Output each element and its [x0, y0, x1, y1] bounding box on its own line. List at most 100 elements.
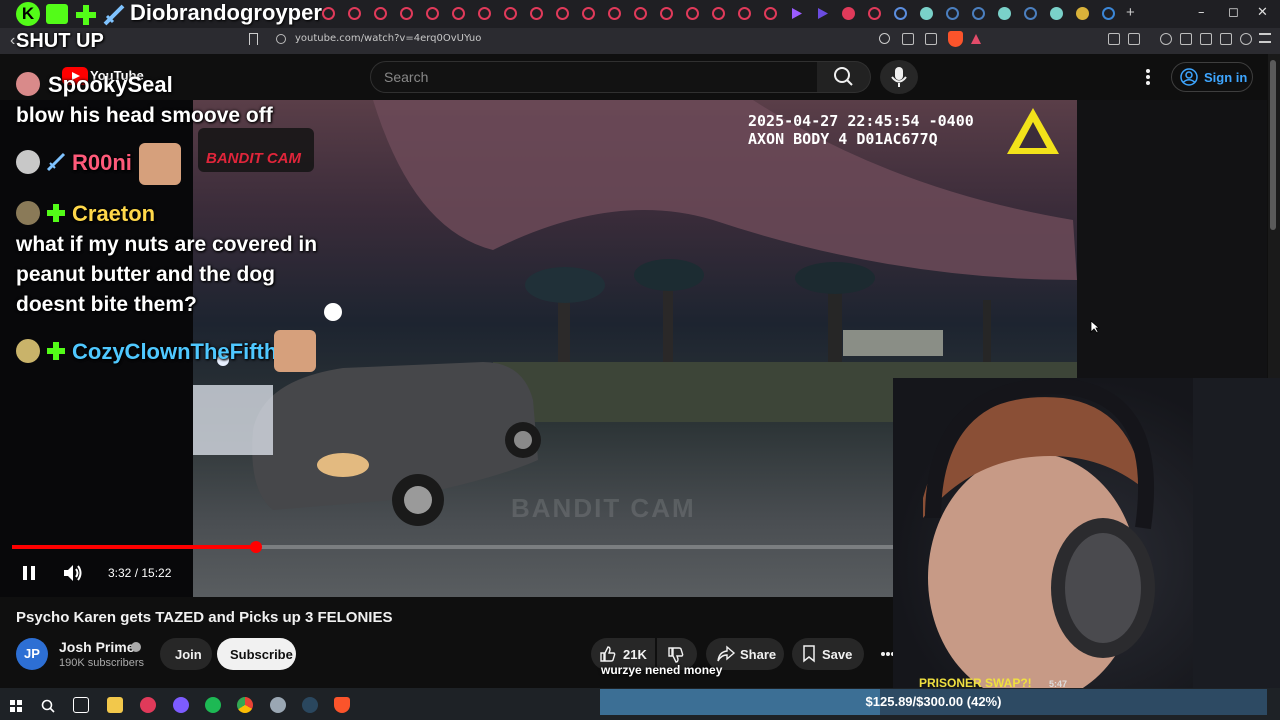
minimize-button[interactable]: –: [1198, 5, 1205, 20]
brave-rewards-icon[interactable]: [970, 33, 982, 45]
plus-badge-icon: [46, 341, 66, 361]
vpn-icon[interactable]: [1240, 33, 1252, 45]
emote-face: [139, 143, 181, 185]
steam-icon[interactable]: [302, 697, 318, 713]
more-options-icon[interactable]: [1144, 68, 1152, 86]
prisoner-swap-label: PRISONER SWAP?! 5:47: [919, 676, 1067, 688]
tab-icon[interactable]: [868, 7, 881, 20]
volume-icon: [64, 565, 82, 581]
brave-icon[interactable]: [334, 697, 350, 713]
like-count: 21K: [623, 647, 647, 662]
youtube-tab-icon[interactable]: [504, 7, 517, 20]
spotify-icon[interactable]: [205, 697, 221, 713]
extensions-icon[interactable]: [1108, 33, 1120, 45]
youtube-tab-icon[interactable]: [374, 7, 387, 20]
play-tab-icon[interactable]: [816, 7, 829, 20]
youtube-tab-icon[interactable]: [686, 7, 699, 20]
bookmark-icon[interactable]: [249, 33, 258, 45]
close-button[interactable]: ✕: [1257, 5, 1268, 20]
tab-icon[interactable]: [1076, 7, 1089, 20]
voice-search-button[interactable]: [880, 60, 918, 94]
search-icon: [834, 67, 853, 86]
search-button[interactable]: [817, 61, 871, 93]
channel-avatar[interactable]: JP: [16, 638, 48, 670]
screenshot-icon[interactable]: [1128, 33, 1140, 45]
tab-icon[interactable]: [1024, 7, 1037, 20]
taskbar-search-icon[interactable]: [41, 699, 55, 713]
app-icon[interactable]: [270, 697, 286, 713]
chat-avatar: [16, 72, 40, 96]
share-icon: [717, 645, 736, 662]
tab-icon[interactable]: [894, 7, 907, 20]
youtube-tab-icon[interactable]: [764, 7, 777, 20]
tab-icon[interactable]: [972, 7, 985, 20]
youtube-tab-icon[interactable]: [738, 7, 751, 20]
streamer-webcam: PRISONER SWAP?! 5:47: [893, 378, 1280, 688]
shut-up-overlay-text: SHUT UP: [16, 30, 104, 52]
channel-name[interactable]: Josh Prime: [59, 639, 134, 655]
search-input[interactable]: Search: [370, 61, 818, 93]
file-explorer-icon[interactable]: [107, 697, 123, 713]
sign-in-button[interactable]: Sign in: [1171, 62, 1253, 92]
save-button[interactable]: Save: [792, 638, 864, 670]
site-info-icon[interactable]: [276, 34, 286, 44]
sidebar-icon[interactable]: [1180, 33, 1192, 45]
youtube-tab-icon[interactable]: [348, 7, 361, 20]
join-label: Join: [175, 647, 202, 662]
brave-shield-icon[interactable]: [948, 31, 963, 47]
tab-favicons[interactable]: +: [318, 0, 1138, 28]
youtube-tab-icon[interactable]: [608, 7, 621, 20]
tab-icon[interactable]: [1050, 7, 1063, 20]
progress-scrubber[interactable]: [250, 541, 262, 553]
chat-avatar: [16, 201, 40, 225]
cast-icon[interactable]: [902, 33, 914, 45]
donation-message: wurzye nened money: [601, 663, 723, 677]
youtube-tab-icon[interactable]: [634, 7, 647, 20]
account-icon: [1180, 68, 1198, 86]
youtube-tab-icon[interactable]: [712, 7, 725, 20]
youtube-tab-icon[interactable]: [452, 7, 465, 20]
tab-title[interactable]: Diobrandogroyper: [130, 0, 322, 26]
scrollbar-thumb[interactable]: [1270, 60, 1276, 230]
youtube-tab-icon[interactable]: [400, 7, 413, 20]
music-icon[interactable]: [1160, 33, 1172, 45]
subscribe-button[interactable]: Subscribe: [217, 638, 296, 670]
app-icon[interactable]: [140, 697, 156, 713]
youtube-tab-icon[interactable]: [660, 7, 673, 20]
youtube-tab-icon[interactable]: [426, 7, 439, 20]
tab-icon[interactable]: [998, 7, 1011, 20]
volume-button[interactable]: [62, 563, 84, 583]
youtube-tab-icon[interactable]: [322, 7, 335, 20]
zoom-icon[interactable]: [879, 33, 890, 44]
chat-username: R00ni: [72, 150, 132, 175]
tab-icon[interactable]: [946, 7, 959, 20]
youtube-tab-icon[interactable]: [530, 7, 543, 20]
youtube-tab-icon[interactable]: [478, 7, 491, 20]
tab-icon[interactable]: [1102, 7, 1115, 20]
chat-avatar: [16, 339, 40, 363]
share-icon[interactable]: [925, 33, 937, 45]
emote-face: [274, 330, 316, 372]
url-field[interactable]: youtube.com/watch?v=4erq0OvUYuo: [295, 33, 481, 44]
youtube-tab-icon[interactable]: [582, 7, 595, 20]
tab-icon[interactable]: [920, 7, 933, 20]
play-tab-icon[interactable]: [790, 7, 803, 20]
new-tab-button[interactable]: +: [1126, 4, 1135, 21]
bodycam-device-id: AXON BODY 4 D01AC677Q: [748, 130, 938, 148]
pause-button[interactable]: [22, 565, 36, 581]
task-view-icon[interactable]: [73, 697, 89, 713]
discord-icon[interactable]: [173, 697, 189, 713]
menu-icon[interactable]: [1259, 33, 1271, 43]
windows-start-icon[interactable]: [10, 700, 22, 712]
chrome-icon[interactable]: [237, 697, 253, 713]
microphone-icon: [891, 67, 907, 87]
maximize-button[interactable]: ◻: [1228, 5, 1239, 20]
wallet-icon[interactable]: [1200, 33, 1212, 45]
youtube-tab-icon[interactable]: [556, 7, 569, 20]
kick-icon[interactable]: K: [16, 2, 40, 26]
join-button[interactable]: Join: [160, 638, 212, 670]
tab-icon[interactable]: [842, 7, 855, 20]
back-icon[interactable]: ‹: [10, 32, 15, 50]
calendar-icon: [46, 4, 68, 24]
downloads-icon[interactable]: [1220, 33, 1232, 45]
